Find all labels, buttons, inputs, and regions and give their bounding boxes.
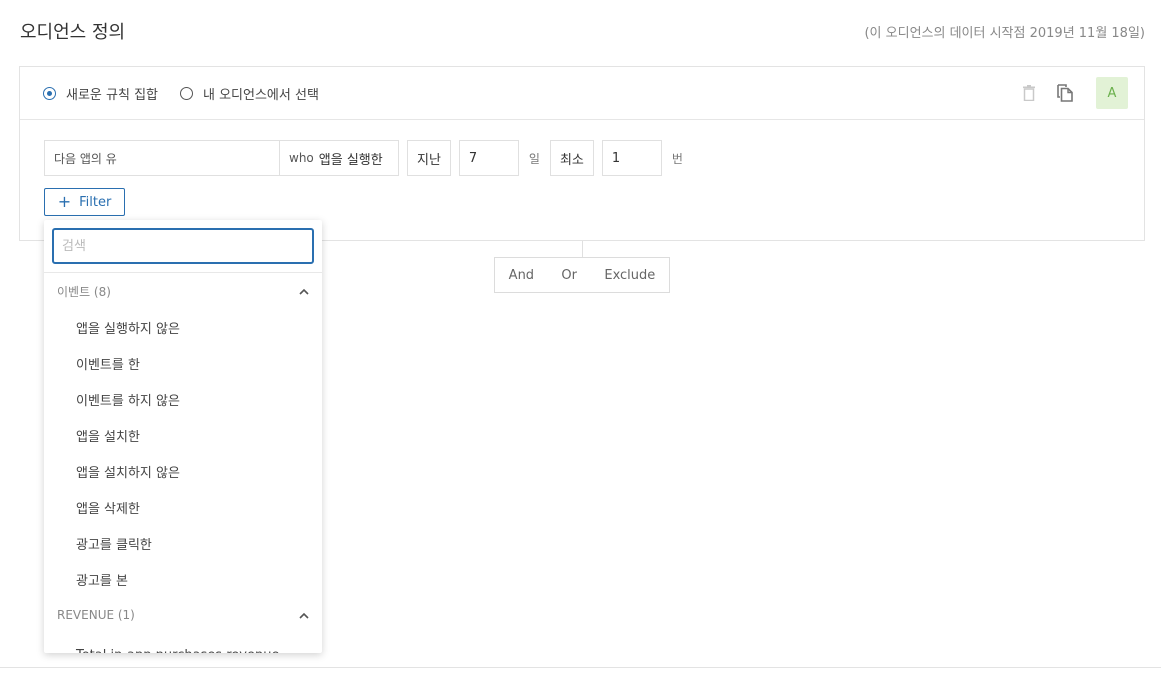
dropdown-item[interactable]: 앱을 설치한 (44, 417, 322, 453)
dropdown-item[interactable]: 이벤트를 한 (44, 345, 322, 381)
dropdown-group-label: REVENUE (1) (57, 608, 135, 622)
rule-type-radio-group: 새로운 규칙 집합 내 오디언스에서 선택 (43, 84, 341, 103)
dropdown-item[interactable]: 광고를 본 (44, 561, 322, 597)
chevron-up-icon (299, 612, 309, 619)
copy-icon (1057, 84, 1073, 102)
period-select[interactable]: 지난 (407, 140, 451, 176)
min-select-value: 최소 (559, 152, 584, 168)
min-count-input[interactable]: 1 (601, 140, 662, 176)
rule-card-header: 새로운 규칙 집합 내 오디언스에서 선택 A (20, 67, 1144, 120)
trash-icon (1023, 85, 1035, 101)
logic-and-button[interactable]: And (509, 268, 534, 283)
data-start-note: (이 오디언스의 데이터 시작점 2019년 11월 18일) (864, 26, 1145, 41)
add-filter-button[interactable]: + Filter (44, 188, 125, 216)
app-select-value: 다음 앱의 유 (54, 151, 117, 166)
action-select[interactable]: who 앱을 실행한 (280, 140, 399, 176)
radio-my-audiences-label: 내 오디언스에서 선택 (203, 88, 319, 103)
min-select[interactable]: 최소 (549, 140, 594, 176)
duplicate-button[interactable] (1052, 80, 1078, 106)
dropdown-search-input[interactable] (52, 228, 314, 264)
delete-button[interactable] (1016, 80, 1042, 106)
radio-unchecked-icon[interactable] (180, 87, 193, 100)
period-days-input[interactable]: 7 (458, 140, 519, 176)
radio-new-rule-set[interactable]: 새로운 규칙 집합 (43, 84, 158, 103)
app-select-overlay (121, 141, 279, 175)
dropdown-group-events[interactable]: 이벤트 (8) (44, 273, 322, 309)
period-select-value: 지난 (417, 152, 441, 168)
connector-line (582, 241, 583, 257)
logic-exclude-button[interactable]: Exclude (604, 268, 655, 283)
page-title: 오디언스 정의 (20, 22, 126, 43)
dropdown-group-label: 이벤트 (8) (57, 284, 111, 299)
bottom-divider (0, 667, 1161, 668)
rule-set-badge: A (1096, 77, 1128, 109)
chevron-up-icon (299, 288, 309, 295)
action-select-value: 앱을 실행한 (318, 152, 383, 168)
dropdown-search-wrap (44, 220, 322, 273)
radio-my-audiences[interactable]: 내 오디언스에서 선택 (180, 84, 319, 103)
logic-operator-group: And Or Exclude (494, 257, 670, 293)
rule-card-actions: A (1006, 77, 1128, 109)
radio-checked-icon[interactable] (43, 87, 56, 100)
condition-row: 다음 앱의 유 who 앱을 실행한 지난 7 일 최소 1 번 (44, 140, 693, 176)
add-filter-label: Filter (79, 194, 112, 210)
dropdown-item[interactable]: 앱을 실행하지 않은 (44, 309, 322, 345)
dropdown-item[interactable]: 광고를 클릭한 (44, 525, 322, 561)
dropdown-item[interactable]: Total in-app purchases revenue (44, 633, 322, 653)
app-select[interactable]: 다음 앱의 유 (44, 140, 280, 176)
period-days-value: 7 (468, 150, 478, 166)
plus-icon: + (57, 192, 72, 211)
dropdown-item[interactable]: 앱을 설치하지 않은 (44, 453, 322, 489)
min-unit-label: 번 (671, 151, 683, 166)
filter-dropdown: 이벤트 (8) 앱을 실행하지 않은 이벤트를 한 이벤트를 하지 않은 앱을 … (44, 220, 322, 653)
dropdown-item[interactable]: 이벤트를 하지 않은 (44, 381, 322, 417)
dropdown-group-revenue[interactable]: REVENUE (1) (44, 597, 322, 633)
period-unit-label: 일 (528, 151, 540, 166)
dropdown-item[interactable]: 앱을 삭제한 (44, 489, 322, 525)
rule-card: 새로운 규칙 집합 내 오디언스에서 선택 A 다음 앱의 유 who 앱을 실… (19, 66, 1145, 241)
min-count-value: 1 (611, 150, 621, 166)
who-prefix: who (289, 151, 314, 165)
radio-new-rule-set-label: 새로운 규칙 집합 (66, 88, 158, 103)
logic-or-button[interactable]: Or (561, 268, 577, 283)
